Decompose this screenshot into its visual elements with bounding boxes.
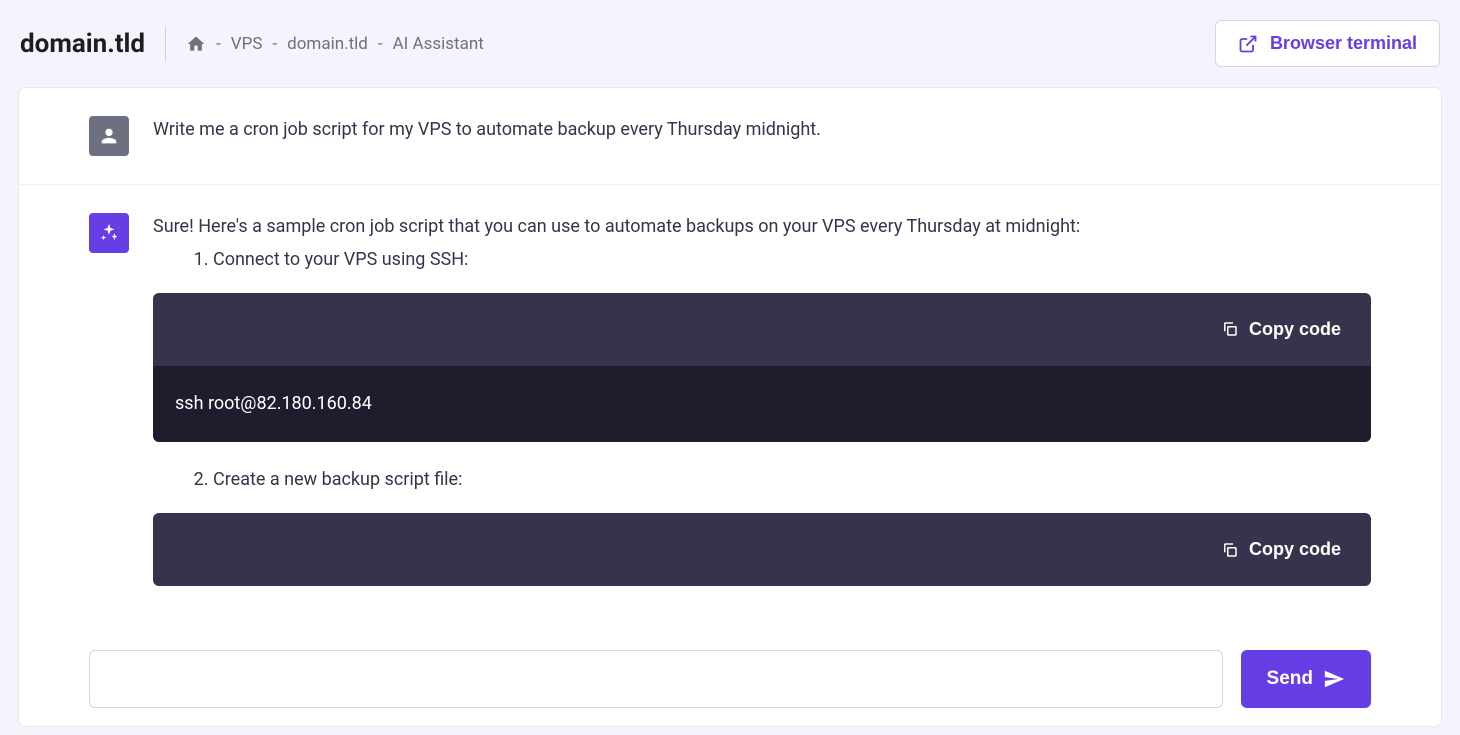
step-2: Create a new backup script file: (213, 466, 1371, 495)
breadcrumb-sep: - (216, 34, 221, 54)
browser-terminal-button[interactable]: Browser terminal (1215, 20, 1440, 67)
send-label: Send (1267, 668, 1313, 690)
compose-bar: Send (19, 586, 1441, 726)
step-1: Connect to your VPS using SSH: (213, 246, 1371, 275)
compose-input[interactable] (89, 650, 1223, 708)
header-left: domain.tld - VPS - domain.tld - AI Assis… (20, 26, 484, 62)
sparkle-icon (98, 222, 120, 244)
copy-icon (1221, 541, 1239, 559)
assistant-message: Sure! Here's a sample cron job script th… (19, 185, 1441, 586)
assistant-intro: Sure! Here's a sample cron job script th… (153, 213, 1371, 242)
breadcrumb-vps[interactable]: VPS (231, 34, 263, 54)
breadcrumb: - VPS - domain.tld - AI Assistant (186, 34, 484, 54)
page-header: domain.tld - VPS - domain.tld - AI Assis… (0, 0, 1460, 85)
copy-code-button[interactable]: Copy code (1221, 539, 1341, 560)
send-icon (1323, 668, 1345, 690)
code-block-2: Copy code (153, 513, 1371, 586)
person-icon (98, 125, 120, 147)
assistant-message-body: Sure! Here's a sample cron job script th… (153, 213, 1371, 586)
code-header: Copy code (153, 513, 1371, 586)
copy-code-label: Copy code (1249, 539, 1341, 560)
code-content-1: ssh root@82.180.160.84 (153, 366, 1371, 443)
user-message-content: Write me a cron job script for my VPS to… (153, 116, 1371, 145)
breadcrumb-domain[interactable]: domain.tld (287, 34, 368, 54)
code-block-1: Copy code ssh root@82.180.160.84 (153, 293, 1371, 443)
open-external-icon (1238, 34, 1258, 54)
header-divider (165, 26, 166, 62)
chat-card: Write me a cron job script for my VPS to… (18, 87, 1442, 727)
chat-scroll[interactable]: Write me a cron job script for my VPS to… (19, 88, 1441, 586)
copy-code-label: Copy code (1249, 319, 1341, 340)
send-button[interactable]: Send (1241, 650, 1371, 708)
breadcrumb-sep: - (378, 34, 383, 54)
breadcrumb-ai[interactable]: AI Assistant (393, 34, 484, 54)
copy-code-button[interactable]: Copy code (1221, 319, 1341, 340)
user-message-text: Write me a cron job script for my VPS to… (153, 116, 1371, 156)
home-icon[interactable] (186, 34, 206, 54)
ai-avatar (89, 213, 129, 253)
user-avatar (89, 116, 129, 156)
user-message: Write me a cron job script for my VPS to… (19, 88, 1441, 185)
code-header: Copy code (153, 293, 1371, 366)
copy-icon (1221, 320, 1239, 338)
breadcrumb-sep: - (272, 34, 277, 54)
page-title: domain.tld (20, 29, 145, 59)
browser-terminal-label: Browser terminal (1270, 33, 1417, 54)
